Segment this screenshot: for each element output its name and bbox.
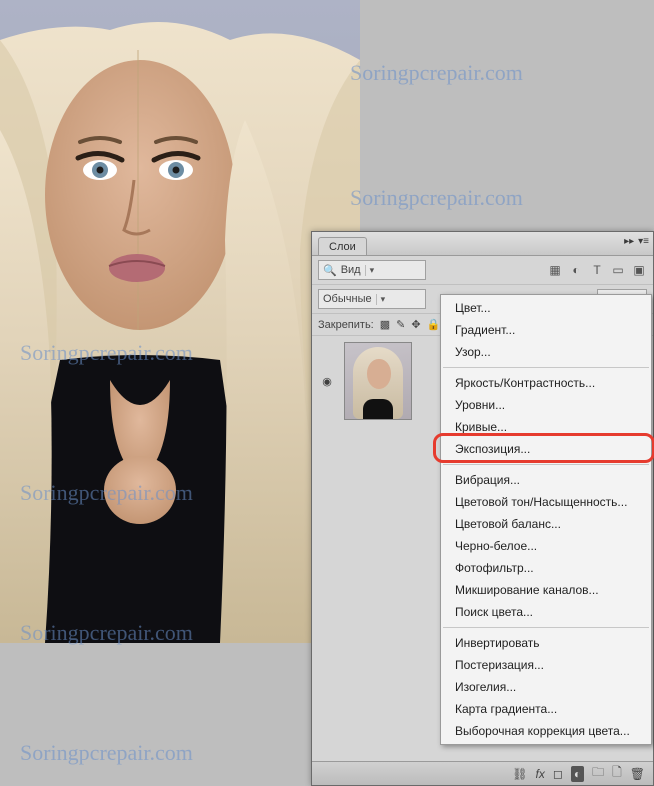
filter-pixel-icon[interactable]: ▦: [547, 262, 563, 278]
menu-item[interactable]: Уровни...: [441, 394, 651, 416]
menu-item[interactable]: Экспозиция...: [441, 438, 651, 460]
blend-mode-label: Обычные: [323, 293, 372, 305]
filter-smart-icon[interactable]: ▣: [631, 262, 647, 278]
menu-item[interactable]: Узор...: [441, 341, 651, 363]
document-canvas[interactable]: [0, 0, 360, 643]
menu-item[interactable]: Изогелия...: [441, 676, 651, 698]
portrait-image: [0, 0, 360, 643]
chevron-down-icon: ▾: [376, 294, 386, 305]
menu-item[interactable]: Яркость/Контрастность...: [441, 372, 651, 394]
menu-item[interactable]: Карта градиента...: [441, 698, 651, 720]
layer-group-icon[interactable]: 🗀: [592, 763, 604, 784]
layer-mask-icon[interactable]: ◻: [553, 767, 563, 781]
panel-tabbar: Слои ▸▸ ▾≡: [312, 232, 653, 256]
menu-item[interactable]: Микширование каналов...: [441, 579, 651, 601]
menu-separator: [443, 464, 649, 465]
filter-kind-dropdown[interactable]: 🔍 Вид ▾: [318, 260, 426, 280]
menu-item[interactable]: Инвертировать: [441, 632, 651, 654]
menu-separator: [443, 627, 649, 628]
menu-item[interactable]: Цвет...: [441, 297, 651, 319]
panel-collapse-icon[interactable]: ▸▸: [624, 236, 634, 247]
menu-item[interactable]: Вибрация...: [441, 469, 651, 491]
filter-kind-label: Вид: [341, 264, 361, 276]
layer-fx-icon[interactable]: fx: [536, 767, 545, 781]
filter-adjust-icon[interactable]: ◐: [568, 262, 584, 278]
adjustment-layer-menu: Цвет...Градиент...Узор... Яркость/Контрас…: [440, 294, 652, 745]
blend-mode-dropdown[interactable]: Обычные ▾: [318, 289, 426, 309]
menu-item[interactable]: Постеризация...: [441, 654, 651, 676]
panel-bottom-bar: ⛓ fx ◻ ◐ 🗀 🗋 🗑: [312, 761, 653, 785]
visibility-toggle[interactable]: ◉: [318, 372, 336, 390]
watermark: Soringpcrepair.com: [350, 60, 523, 86]
watermark: Soringpcrepair.com: [350, 185, 523, 211]
watermark: Soringpcrepair.com: [20, 740, 193, 766]
delete-layer-icon[interactable]: 🗑: [630, 767, 645, 781]
lock-pixels-icon[interactable]: ▩: [380, 318, 390, 331]
filter-shape-icon[interactable]: ▭: [610, 262, 626, 278]
menu-item[interactable]: Цветовой тон/Насыщенность...: [441, 491, 651, 513]
menu-item[interactable]: Фотофильтр...: [441, 557, 651, 579]
chevron-down-icon: ▾: [365, 265, 375, 276]
lock-brush-icon[interactable]: ✎: [396, 318, 405, 331]
menu-item[interactable]: Черно-белое...: [441, 535, 651, 557]
panel-menu-icon[interactable]: ▾≡: [638, 236, 649, 247]
link-layers-icon[interactable]: ⛓: [512, 767, 527, 781]
menu-item[interactable]: Кривые...: [441, 416, 651, 438]
filter-row: 🔍 Вид ▾ ▦ ◐ T ▭ ▣: [312, 256, 653, 285]
adjustment-layer-icon[interactable]: ◐: [571, 766, 584, 782]
search-icon: 🔍: [323, 264, 337, 277]
menu-item[interactable]: Выборочная коррекция цвета...: [441, 720, 651, 742]
menu-separator: [443, 367, 649, 368]
menu-item[interactable]: Градиент...: [441, 319, 651, 341]
menu-item[interactable]: Цветовой баланс...: [441, 513, 651, 535]
lock-all-icon[interactable]: 🔒: [427, 318, 441, 331]
lock-move-icon[interactable]: ✥: [411, 318, 420, 331]
menu-item[interactable]: Поиск цвета...: [441, 601, 651, 623]
new-layer-icon[interactable]: 🗋: [612, 763, 622, 784]
tab-layers[interactable]: Слои: [318, 237, 367, 255]
filter-type-icon[interactable]: T: [589, 262, 605, 278]
lock-label: Закрепить:: [318, 319, 374, 331]
layer-thumbnail[interactable]: [344, 342, 412, 420]
